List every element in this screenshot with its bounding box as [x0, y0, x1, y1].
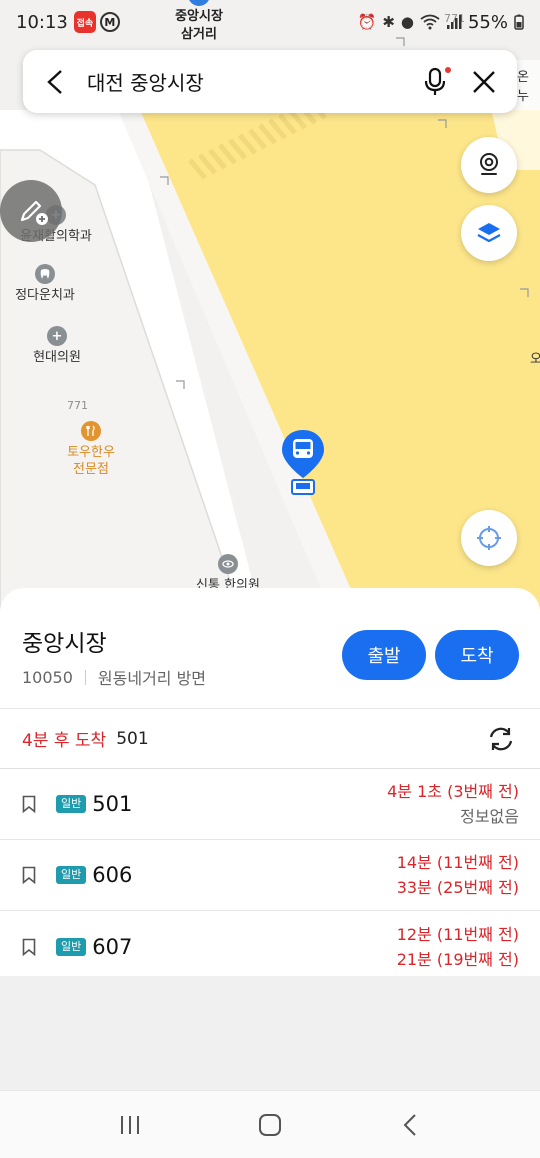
close-icon	[473, 70, 495, 93]
route-type-badge: 일반	[56, 795, 87, 813]
crosshair-icon	[477, 526, 501, 550]
notification-app-icon-2: M	[99, 12, 120, 32]
status-bar: 10:13 접속 M ⏰ ✱ ● 55%	[0, 0, 540, 44]
arrive-button[interactable]: 도착	[435, 630, 519, 680]
map-edge-label: 온누	[517, 70, 529, 104]
recent-apps-button[interactable]	[110, 1105, 150, 1145]
arrival-bus-number: 501	[116, 728, 149, 749]
second-arrival: 33분 (25번째 전)	[396, 878, 519, 897]
bookmark-button[interactable]	[20, 794, 38, 814]
route-number: 501	[92, 792, 133, 816]
bus-icon	[293, 439, 313, 458]
alarm-icon: ⏰	[357, 13, 377, 31]
map-layers-button[interactable]	[461, 205, 517, 261]
recording-dot	[445, 66, 451, 73]
chevron-left-icon	[47, 69, 62, 94]
road-number: 771	[67, 399, 88, 412]
chevron-left-icon	[403, 1113, 416, 1136]
divider	[84, 669, 86, 685]
map-edge-label: 오	[530, 352, 540, 367]
back-nav-button[interactable]	[390, 1105, 430, 1145]
bookmark-icon	[22, 795, 36, 813]
plus-icon: +	[47, 326, 67, 346]
first-arrival: 14분 (11번째 전)	[396, 853, 519, 872]
bookmark-icon	[22, 866, 36, 884]
route-type-badge: 일반	[56, 866, 87, 884]
notification-app-icon: 접속	[73, 11, 96, 33]
bookmark-icon	[22, 938, 36, 956]
poi-dental[interactable]: 정다운치과	[0, 264, 90, 304]
route-times: 12분 (11번째 전) 21분 (19번째 전)	[397, 922, 519, 972]
route-row[interactable]: 일반 606 14분 (11번째 전) 33분 (25번째 전)	[0, 840, 540, 911]
clear-search-button[interactable]	[469, 67, 499, 97]
battery-percent: 55%	[467, 11, 508, 33]
refresh-button[interactable]	[484, 722, 518, 756]
arrival-time: 4분 후 도착	[22, 731, 107, 751]
route-row[interactable]: 일반 501 4분 1초 (3번째 전) 정보없음	[0, 769, 540, 840]
wifi-icon	[420, 14, 440, 30]
tooth-icon	[35, 264, 55, 284]
route-times: 4분 1초 (3번째 전) 정보없음	[387, 779, 519, 829]
route-row[interactable]: 일반 607 12분 (11번째 전) 21분 (19번째 전)	[0, 911, 540, 982]
stop-name: 중앙시장	[22, 631, 107, 657]
back-button[interactable]	[41, 67, 71, 97]
poi-restaurant[interactable]: 토우한우 전문점	[46, 421, 136, 478]
microphone-icon	[424, 67, 446, 95]
edit-map-button[interactable]	[0, 180, 62, 242]
fork-knife-icon	[81, 421, 101, 441]
layers-icon	[477, 223, 501, 243]
refresh-icon	[489, 727, 513, 750]
bus-stop-sheet: 중앙시장 10050 원동네거리 방면 출발 도착 4분 후 도착 501 일반…	[0, 588, 540, 976]
stop-direction: 원동네거리 방면	[97, 669, 207, 688]
first-arrival: 12분 (11번째 전)	[396, 924, 519, 944]
route-number: 607	[92, 934, 133, 959]
poi-label: 현대의원	[33, 350, 81, 365]
street-view-icon	[480, 153, 498, 175]
poi-label: 정다운치과	[15, 288, 75, 303]
eye-icon	[218, 554, 238, 574]
status-time: 10:13	[16, 11, 68, 33]
voice-search-button[interactable]	[419, 66, 451, 98]
bus-stop-marker[interactable]	[280, 428, 326, 498]
poi-clinic-2[interactable]: + 현대의원	[12, 326, 102, 366]
search-bar: 대전 중앙시장	[23, 50, 517, 113]
first-arrival: 4분 1초 (3번째 전)	[387, 782, 519, 801]
poi-label: 토우한우 전문점	[67, 445, 115, 477]
search-input[interactable]: 대전 중앙시장	[87, 67, 419, 96]
battery-icon	[514, 14, 524, 30]
depart-button[interactable]: 출발	[342, 630, 426, 680]
home-button[interactable]	[250, 1105, 290, 1145]
home-icon	[259, 1113, 281, 1136]
bookmark-button[interactable]	[20, 865, 38, 885]
pencil-icon	[20, 200, 48, 225]
bluetooth-icon: ✱	[382, 13, 395, 31]
signal-icon	[446, 15, 462, 29]
my-location-button[interactable]	[461, 510, 517, 566]
route-number: 606	[92, 863, 133, 887]
stop-id: 10050	[22, 667, 73, 687]
second-arrival: 21분 (19번째 전)	[396, 949, 519, 969]
location-icon: ●	[400, 13, 414, 31]
recent-apps-icon	[121, 1115, 139, 1134]
stop-meta: 10050 원동네거리 방면	[22, 665, 206, 689]
route-times: 14분 (11번째 전) 33분 (25번째 전)	[397, 850, 519, 900]
system-nav-bar	[0, 1090, 540, 1158]
street-view-button[interactable]	[461, 137, 517, 193]
bookmark-button[interactable]	[20, 937, 38, 957]
route-type-badge: 일반	[56, 937, 87, 956]
arrival-summary: 4분 후 도착 501	[0, 708, 540, 769]
second-arrival: 정보없음	[460, 807, 519, 826]
